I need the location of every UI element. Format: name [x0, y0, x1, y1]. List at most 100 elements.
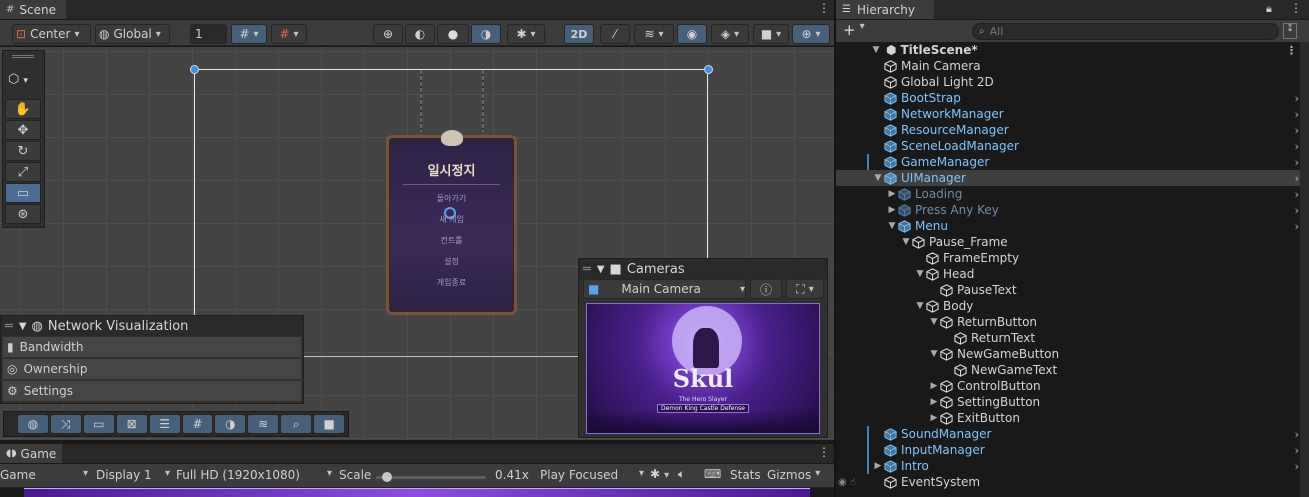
search-options-button[interactable]: ↧ — [1283, 23, 1297, 39]
chevron-right-icon[interactable]: › — [1295, 140, 1299, 153]
game-viewport[interactable] — [24, 488, 810, 497]
expand-toggle-icon[interactable]: ▶ — [928, 381, 940, 391]
chevron-right-icon[interactable]: › — [1295, 172, 1299, 185]
rect-handle-top-left[interactable] — [190, 65, 199, 74]
hierarchy-item[interactable]: ▶ Press Any Key › — [836, 202, 1305, 218]
expand-toggle-icon[interactable]: ▶ — [872, 461, 884, 471]
chevron-right-icon[interactable]: › — [1295, 124, 1299, 137]
expand-toggle-icon[interactable]: ▼ — [886, 221, 898, 231]
grid-snap-button[interactable]: # — [231, 24, 267, 44]
chevron-right-icon[interactable]: › — [1295, 428, 1299, 441]
camera-dropdown[interactable]: ■ — [753, 24, 789, 44]
hierarchy-item[interactable]: InputManager › — [836, 442, 1305, 458]
lighting-button[interactable]: ◑ — [471, 24, 501, 44]
camera-info-button[interactable]: ⓘ — [750, 279, 782, 299]
tool-mode-dropdown[interactable]: ⬡ ▾ — [8, 72, 28, 87]
chevron-right-icon[interactable]: › — [1295, 460, 1299, 473]
rotate-tool-button[interactable]: ↻ — [5, 141, 41, 161]
hierarchy-item[interactable]: SceneLoadManager › — [836, 138, 1305, 154]
debug-draw-button[interactable]: ✱ — [507, 24, 545, 44]
hierarchy-item[interactable]: ▼ NewGameButton — [836, 346, 1305, 362]
game-gizmos-dropdown[interactable]: Gizmos — [767, 468, 820, 482]
camera-select-dropdown[interactable]: ■ Main Camera — [583, 279, 746, 299]
mode-2d-button[interactable]: 2D — [564, 24, 594, 44]
pause-menu-item[interactable]: 컨트롤 — [389, 230, 514, 251]
scene-root-row[interactable]: ▼ ⬢ TitleScene* ⋮ — [836, 42, 1305, 58]
hierarchy-item[interactable]: ReturnText — [836, 330, 1305, 346]
hierarchy-item[interactable]: ▶ ControlButton — [836, 378, 1305, 394]
chevron-right-icon[interactable]: › — [1295, 204, 1299, 217]
hierarchy-item[interactable]: SoundManager › — [836, 426, 1305, 442]
expand-toggle-icon[interactable]: ▼ — [872, 173, 884, 183]
expand-toggle-icon[interactable]: ▼ — [900, 237, 912, 247]
shaded-wireframe-button[interactable]: ◐ — [405, 24, 435, 44]
network-overlay-header[interactable]: ═ ▼ ◍ Network Visualization — [1, 316, 303, 336]
expand-toggle-icon[interactable]: ▼ — [914, 269, 926, 279]
hierarchy-item[interactable]: PauseText — [836, 282, 1305, 298]
lock-icon[interactable]: 🔒︎ — [1266, 2, 1272, 16]
keyboard-shortcuts-button[interactable]: ⌨ — [704, 467, 721, 481]
hierarchy-item[interactable]: Global Light 2D — [836, 74, 1305, 90]
game-view-dropdown[interactable]: Game — [0, 468, 88, 482]
expand-toggle-icon[interactable]: ▶ — [886, 189, 898, 199]
wireframe-button[interactable]: ⊕ — [373, 24, 403, 44]
grid-size-input[interactable]: 1 — [190, 24, 227, 44]
effects-dropdown[interactable]: ≋ — [634, 24, 674, 44]
settings-button[interactable]: ⚙ Settings — [3, 381, 301, 401]
add-object-button[interactable]: + — [843, 21, 865, 39]
scale-tool-button[interactable]: ⤢ — [5, 162, 41, 182]
expand-toggle-icon[interactable]: ▶ — [928, 397, 940, 407]
ownership-button[interactable]: ◎ Ownership — [3, 359, 301, 379]
layers-overlay-button[interactable]: ≋ — [247, 414, 280, 434]
pause-menu-item[interactable]: 돌아가기 — [389, 188, 514, 209]
hand-tool-button[interactable]: ✋ — [5, 99, 41, 119]
pivot-dropdown[interactable]: ⊡ Center — [12, 24, 91, 44]
hierarchy-item[interactable]: ▶ Loading › — [836, 186, 1305, 202]
visibility-button[interactable]: ◉ — [677, 24, 707, 44]
scene-menu-icon[interactable]: ⋮ — [1286, 44, 1297, 57]
camera-overlay-button[interactable]: ■ — [313, 414, 346, 434]
hierarchy-item[interactable]: ◉ ☝ EventSystem — [836, 474, 1305, 490]
hierarchy-search-field[interactable]: ⌕ — [972, 23, 1279, 40]
resolution-dropdown[interactable]: Full HD (1920x1080) — [176, 468, 332, 482]
hierarchy-item[interactable]: ▶ SettingButton — [836, 394, 1305, 410]
play-mode-dropdown[interactable]: Play Focused — [540, 468, 644, 482]
tab-scene[interactable]: # Scene — [0, 0, 66, 19]
visibility-eye-icon[interactable]: ◉ ☝ — [838, 477, 856, 488]
game-more-icon[interactable]: ⋮ — [818, 445, 830, 459]
rect-handle-top-right[interactable] — [704, 65, 713, 74]
hierarchy-search-input[interactable] — [989, 25, 1240, 38]
shaded-button[interactable]: ● — [437, 24, 469, 44]
rect-tool-button[interactable]: ▭ — [5, 183, 41, 203]
search-overlay-button[interactable]: ⌕ — [280, 414, 313, 434]
chevron-right-icon[interactable]: › — [1295, 188, 1299, 201]
tool-palette-grip[interactable] — [12, 55, 34, 58]
scale-slider-knob[interactable] — [381, 472, 392, 482]
pause-menu-item[interactable]: 설정 — [389, 251, 514, 272]
hierarchy-item[interactable]: ResourceManager › — [836, 122, 1305, 138]
hierarchy-item[interactable]: ▼ ReturnButton — [836, 314, 1305, 330]
cameras-overlay-header[interactable]: ═ ▼ ■ Cameras — [579, 259, 827, 279]
netvis-toggle-button[interactable]: ◍ — [17, 414, 49, 434]
shuffle-button[interactable]: ⤨ — [49, 414, 82, 434]
hierarchy-scrollbar[interactable] — [1300, 42, 1309, 497]
snap-overlay-button[interactable]: # — [181, 414, 214, 434]
hierarchy-item[interactable]: BootStrap › — [836, 90, 1305, 106]
gizmos-dropdown[interactable]: ⊕ — [792, 24, 830, 44]
hierarchy-item[interactable]: NewGameText — [836, 362, 1305, 378]
increment-snap-button[interactable]: # — [271, 24, 307, 44]
hierarchy-item[interactable]: GameManager › — [836, 154, 1305, 170]
lighting-overlay-button[interactable]: ◑ — [214, 414, 247, 434]
expand-toggle-icon[interactable]: ▼ — [928, 349, 940, 359]
stats-button[interactable]: Stats — [730, 468, 761, 482]
expand-toggle-icon[interactable]: ▶ — [928, 413, 940, 423]
scene-more-icon[interactable]: ⋮ — [818, 1, 830, 15]
chevron-right-icon[interactable]: › — [1295, 220, 1299, 233]
game-debug-button[interactable]: ✱ — [650, 467, 669, 481]
mute-audio-button[interactable]: 🔈︎ — [678, 467, 685, 482]
pause-menu-frame[interactable]: 일시정지 돌아가기 새 게임 컨트롤 설정 게임종료 — [386, 130, 517, 315]
hierarchy-item[interactable]: NetworkManager › — [836, 106, 1305, 122]
hierarchy-item[interactable]: FrameEmpty — [836, 250, 1305, 266]
tab-game[interactable]: ◖◗ Game — [0, 444, 62, 463]
tab-hierarchy[interactable]: ☰ Hierarchy — [836, 0, 934, 19]
